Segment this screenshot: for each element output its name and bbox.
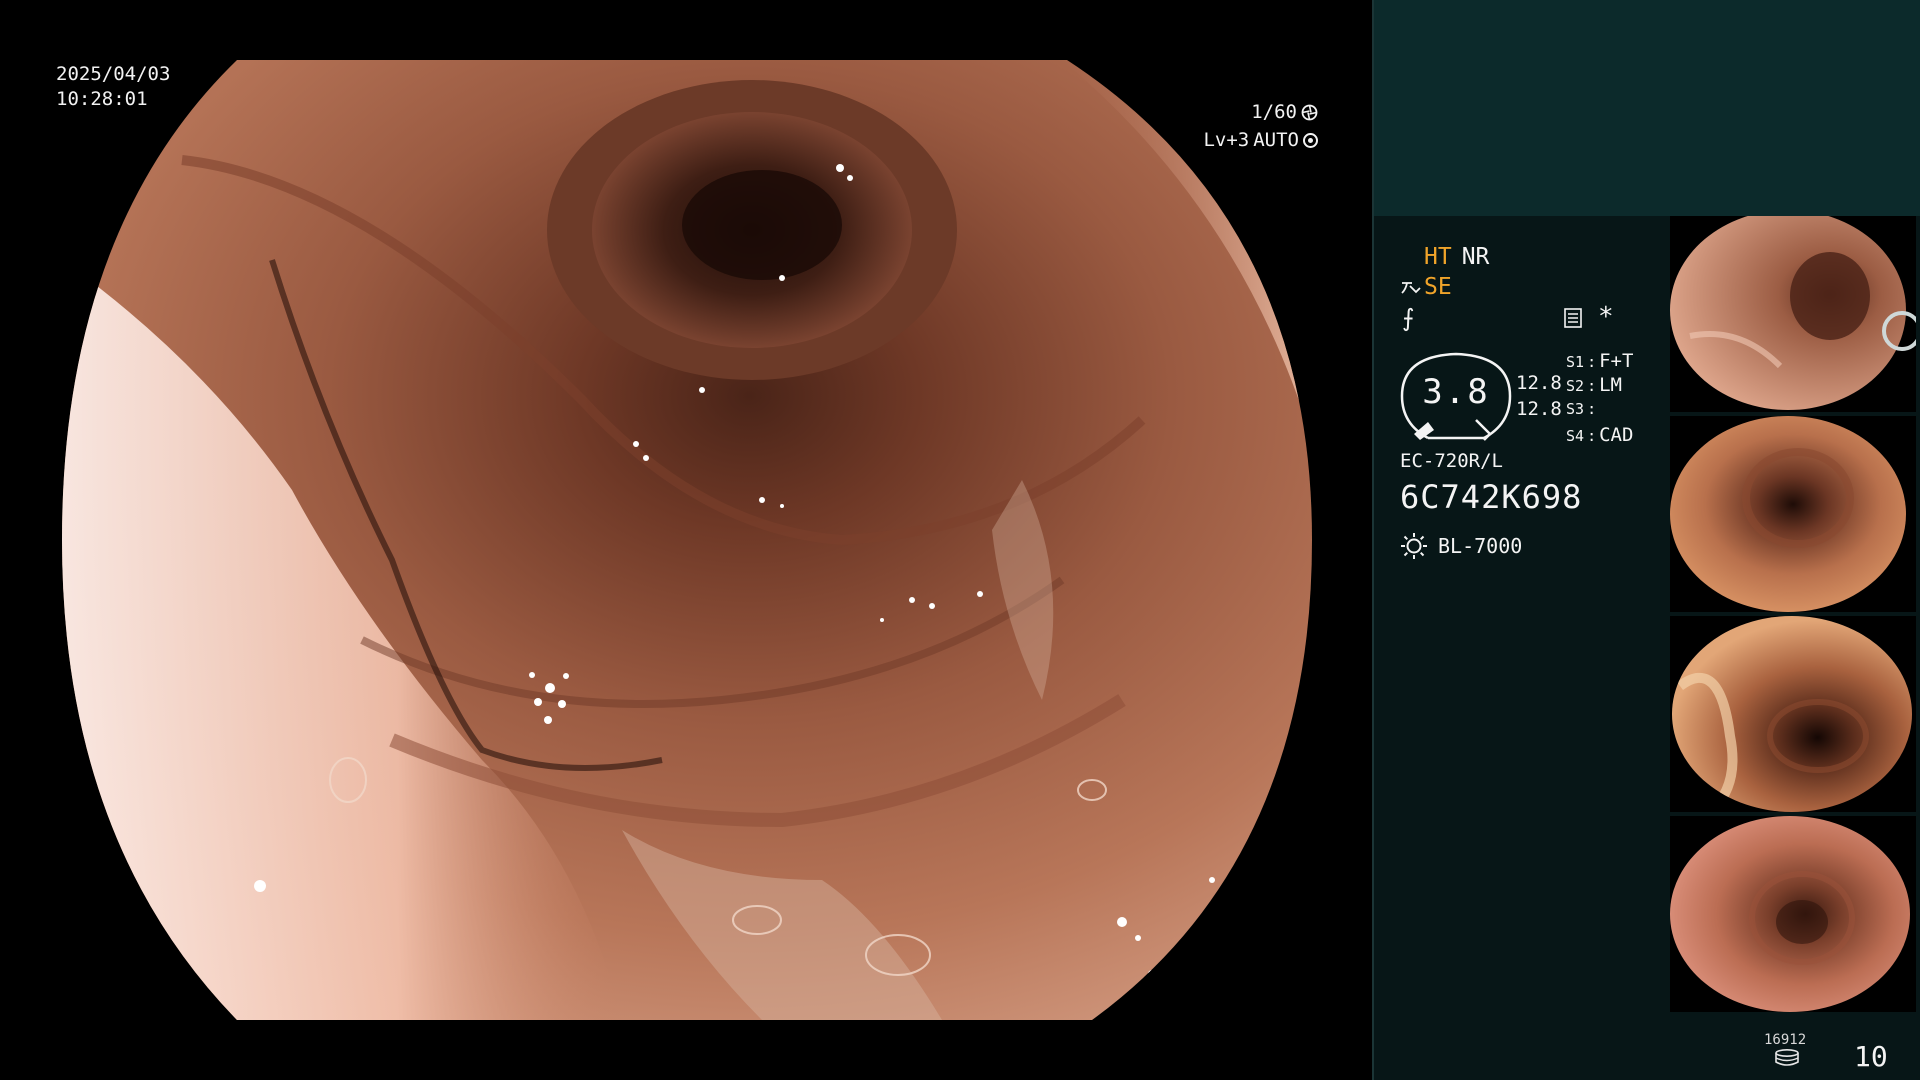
nr-label: NR (1461, 244, 1490, 270)
capture-thumbnail[interactable] (1670, 416, 1916, 612)
date-time-display: 2025/04/03 10:28:01 (56, 62, 170, 112)
date-text: 2025/04/03 (56, 63, 171, 85)
aperture-icon (1301, 104, 1318, 120)
switch-s4: S4: CAD (1566, 424, 1634, 446)
shutter-speed-text: 1/60 (1251, 101, 1297, 123)
zoom-value-b: 12.8 (1516, 398, 1562, 420)
switch-value: LM (1599, 374, 1622, 396)
switch-s2: S2: LM (1566, 374, 1622, 396)
switch-key: S4 (1566, 427, 1585, 445)
time-text: 10:28:01 (56, 88, 148, 110)
switch-value: CAD (1599, 424, 1634, 446)
scope-serial: 6C742K698 (1400, 478, 1583, 516)
switch-s3: S3: (1566, 400, 1597, 418)
shutter-row: 1/60 (1203, 98, 1318, 126)
scope-model: EC-720R/L (1400, 450, 1503, 472)
image-count: 10 (1854, 1040, 1888, 1073)
capture-thumbnail[interactable] (1670, 616, 1916, 812)
switch-s1: S1: F+T (1566, 350, 1634, 372)
processing-flags: HT NR (1424, 244, 1499, 270)
switch-key: S2 (1566, 377, 1585, 395)
capture-thumbnail[interactable] (1670, 816, 1916, 1012)
switch-value: F+T (1599, 350, 1634, 372)
light-source-text: BL-7000 (1438, 534, 1523, 558)
storage-count: 16912 (1764, 1032, 1807, 1048)
brightness-level-text: Lv+3 (1203, 129, 1250, 151)
level-row: Lv+3 AUTO (1203, 126, 1318, 154)
magnification-value: 3.8 (1422, 372, 1490, 412)
zoom-value-a: 12.8 (1516, 372, 1562, 394)
enhance-icon (1401, 282, 1421, 294)
sun-icon (1401, 533, 1427, 559)
exposure-mode-text: AUTO (1253, 129, 1299, 151)
switch-key: S1 (1566, 353, 1585, 371)
structure-enhance-row: SE (1400, 274, 1452, 300)
se-label: SE (1424, 274, 1452, 300)
memo-icon (1564, 308, 1582, 328)
ht-label: HT (1424, 244, 1452, 270)
exposure-info: 1/60 Lv+3 AUTO (1203, 98, 1318, 154)
capture-thumbnail[interactable] (1670, 216, 1916, 412)
database-icon (1775, 1049, 1799, 1066)
star-icon: * (1598, 302, 1614, 332)
function-icon: ⨍ (1402, 304, 1415, 332)
switch-key: S3 (1566, 400, 1585, 418)
ring-icon (1303, 132, 1318, 148)
endoscope-live-view (62, 60, 1312, 1020)
light-source-row: BL-7000 (1400, 532, 1522, 560)
panel-top-area (1374, 0, 1920, 216)
